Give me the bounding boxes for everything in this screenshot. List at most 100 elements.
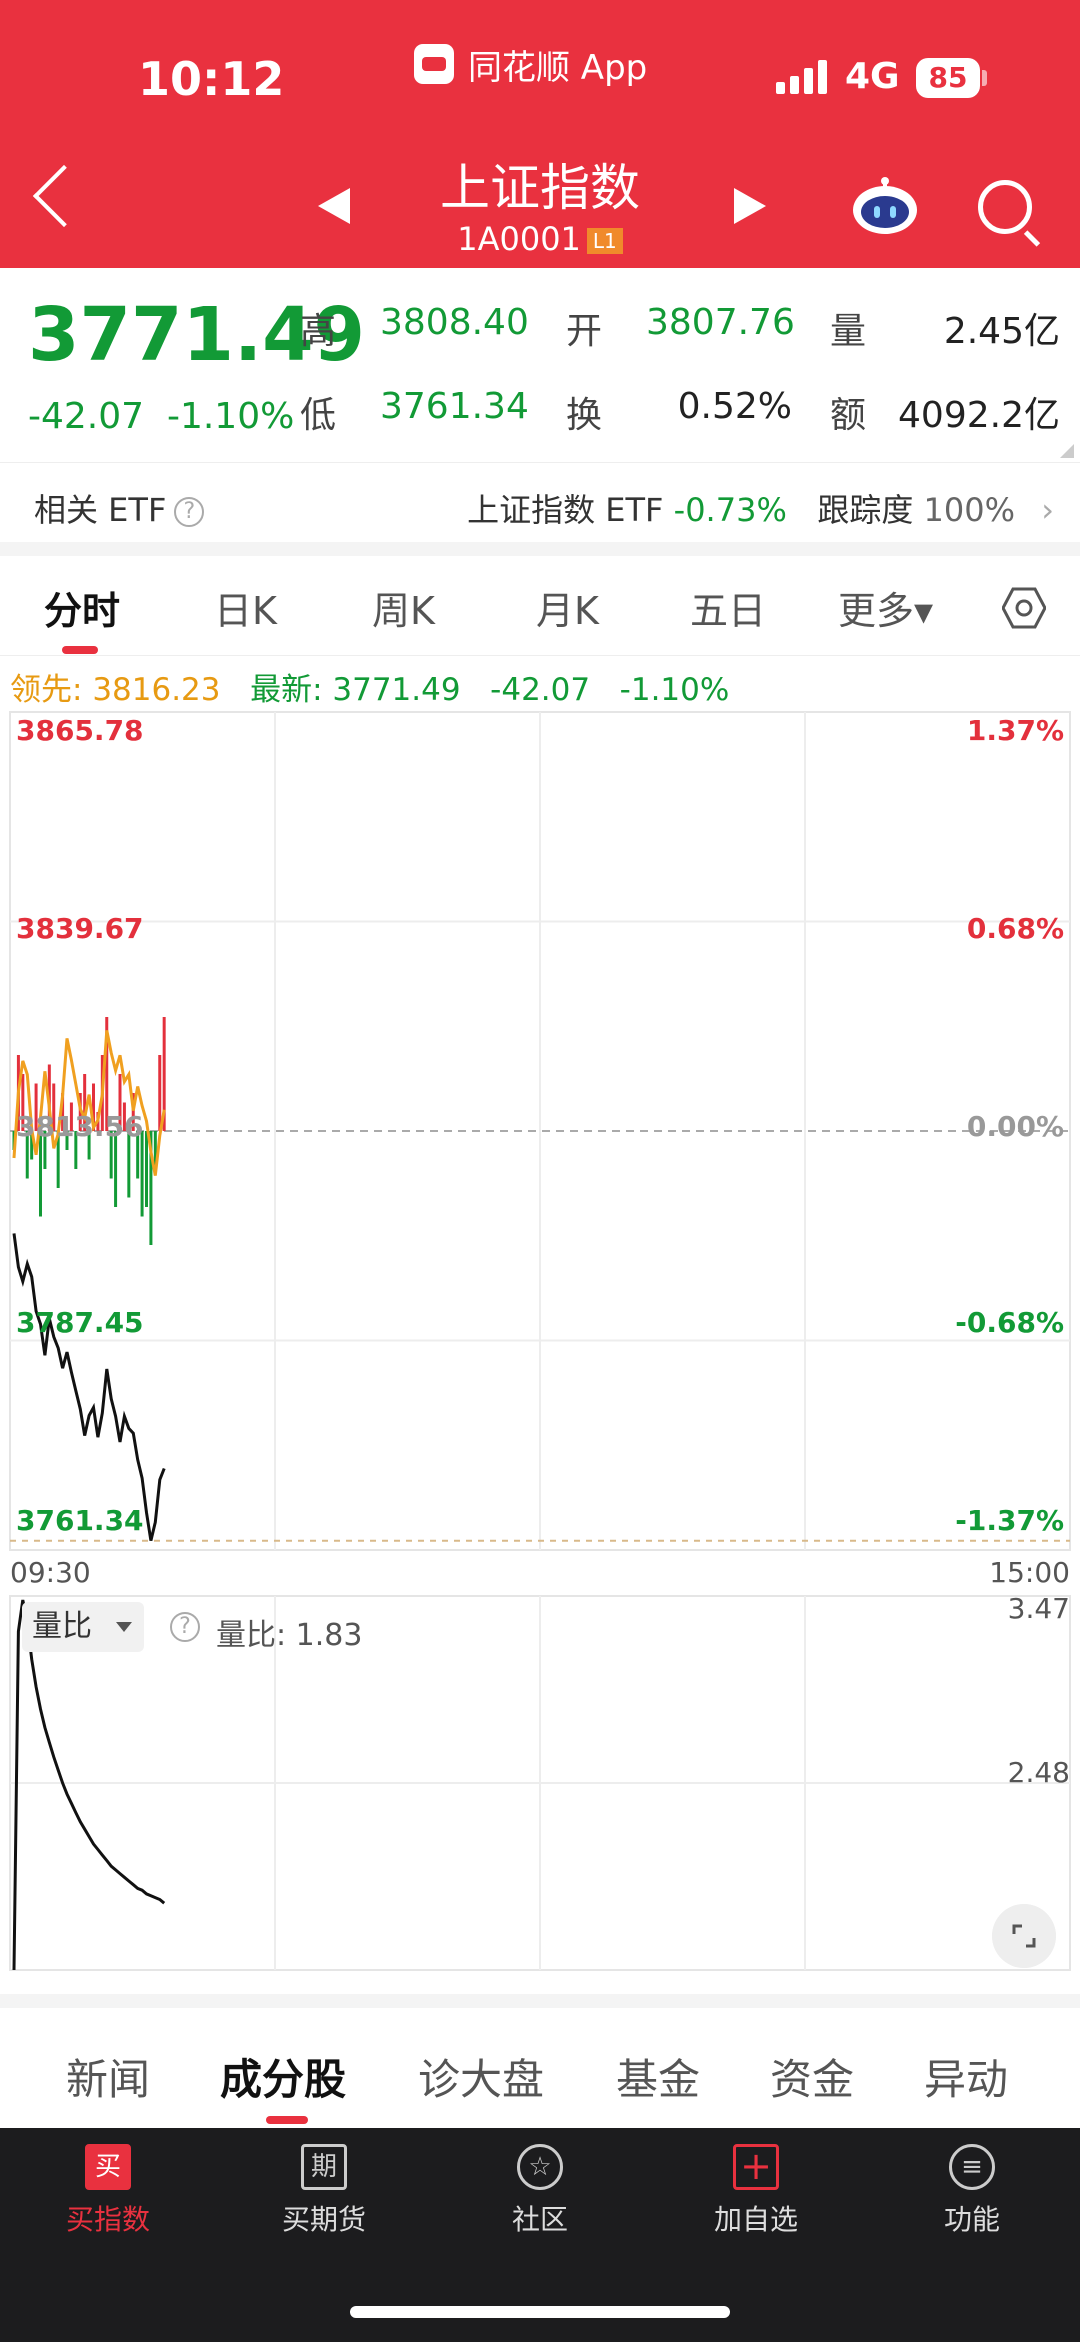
turnover-value: 0.52%	[677, 386, 792, 427]
y-left-tick-1: 3839.67	[16, 912, 144, 945]
community-icon: ☆	[517, 2144, 563, 2190]
next-index-icon[interactable]	[734, 188, 766, 224]
help-icon[interactable]: ?	[174, 497, 205, 527]
etf-label: 相关 ETF	[34, 491, 167, 529]
change-value: -42.07	[28, 396, 145, 437]
etf-name: 上证指数 ETF	[467, 491, 664, 529]
etf-label-wrap: 相关 ETF?	[34, 485, 205, 531]
divider	[0, 1994, 1080, 2008]
x-tick-start: 09:30	[10, 1556, 91, 1589]
tab-monthly-k[interactable]: 月K	[536, 580, 599, 635]
volume-ratio-value: 量比: 1.83	[216, 1618, 363, 1653]
expand-corner-icon[interactable]	[1060, 444, 1074, 458]
open-value: 3807.76	[646, 302, 795, 343]
y-left-tick-4: 3761.34	[16, 1504, 144, 1537]
search-icon[interactable]	[978, 180, 1032, 234]
low-label: 低	[300, 395, 337, 436]
volume-ratio-line	[12, 1599, 166, 1971]
buy-icon: 买	[85, 2144, 131, 2190]
x-tick-end: 15:00	[989, 1556, 1070, 1589]
tab-more[interactable]: 更多▾	[838, 580, 933, 635]
volume-label: 量	[830, 311, 867, 352]
volume-ratio-help-icon[interactable]: ?	[170, 1612, 200, 1642]
chevron-right-icon: ›	[1041, 491, 1054, 529]
plus-icon: +	[733, 2144, 779, 2190]
divider	[0, 542, 1080, 556]
open-label: 开	[566, 311, 603, 352]
high-value: 3808.40	[380, 302, 529, 343]
tab-constituents[interactable]: 成分股	[220, 2046, 346, 2107]
tab-anomaly[interactable]: 异动	[924, 2046, 1008, 2107]
robot-assistant-icon[interactable]	[850, 176, 920, 236]
y-left-tick-3: 3787.45	[16, 1306, 144, 1339]
tab-news[interactable]: 新闻	[66, 2046, 150, 2107]
functions-button[interactable]: ≡ 功能	[892, 2144, 1052, 2238]
active-news-tab-indicator	[266, 2116, 308, 2124]
index-code-line: 1A0001 L1	[340, 220, 740, 258]
y-right-tick-2: 0.00%	[966, 1110, 1064, 1143]
app-logo-icon	[414, 44, 454, 84]
y-left-tick-0: 3865.78	[16, 714, 144, 747]
change-percent: -1.10%	[166, 396, 295, 437]
header: 10:12 同花顺 App 4G 85 上证指数 1A0001 L1	[0, 0, 1080, 268]
turnover-label: 换	[566, 395, 603, 436]
low-value: 3761.34	[380, 386, 529, 427]
community-button[interactable]: ☆ 社区	[460, 2144, 620, 2238]
tab-daily-k[interactable]: 日K	[214, 580, 277, 635]
signal-icon	[776, 58, 827, 94]
network-type: 4G	[845, 56, 900, 97]
etf-summary: 上证指数 ETF -0.73% 跟踪度 100% ›	[467, 485, 1054, 531]
status-app-indicator[interactable]: 同花顺 App	[414, 42, 648, 88]
battery-icon: 85	[916, 58, 980, 98]
functions-label: 功能	[943, 2203, 1000, 2236]
tab-funds[interactable]: 基金	[616, 2046, 700, 2107]
related-etf-row[interactable]: 相关 ETF? 上证指数 ETF -0.73% 跟踪度 100% ›	[0, 462, 1080, 542]
price-line	[12, 1233, 166, 1542]
vr-tick-mid: 2.48	[1007, 1756, 1070, 1789]
back-icon[interactable]	[32, 164, 96, 228]
buy-index-label: 买指数	[65, 2203, 150, 2236]
intraday-chart[interactable]	[0, 700, 1080, 1990]
index-code: 1A0001	[457, 220, 581, 258]
chart-tabs: 分时 日K 周K 月K 五日 更多▾	[0, 556, 1080, 656]
add-watchlist-label: 加自选	[713, 2203, 798, 2236]
quote-panel: 3771.49 -42.07 -1.10% 高 3808.40 低 3761.3…	[0, 268, 1080, 462]
y-right-tick-4: -1.37%	[955, 1504, 1064, 1537]
menu-icon: ≡	[949, 2144, 995, 2190]
track-label: 跟踪度	[817, 491, 914, 529]
etf-change: -0.73%	[673, 491, 787, 529]
home-indicator[interactable]	[350, 2306, 730, 2318]
community-label: 社区	[511, 2203, 568, 2236]
tab-capital[interactable]: 资金	[770, 2046, 854, 2107]
add-watchlist-button[interactable]: + 加自选	[676, 2144, 836, 2238]
y-right-tick-3: -0.68%	[955, 1306, 1064, 1339]
tab-weekly-k[interactable]: 周K	[372, 580, 435, 635]
tab-five-day[interactable]: 五日	[690, 580, 766, 635]
amount-label: 额	[830, 395, 867, 436]
y-right-tick-0: 1.37%	[966, 714, 1064, 747]
y-right-tick-1: 0.68%	[966, 912, 1064, 945]
volume-ratio-select[interactable]: 量比	[22, 1602, 144, 1652]
price-change: -42.07 -1.10%	[28, 396, 294, 437]
chart-settings-icon[interactable]	[1002, 586, 1046, 630]
battery-tip	[982, 70, 987, 86]
vr-tick-max: 3.47	[1007, 1592, 1070, 1625]
tab-diagnosis[interactable]: 诊大盘	[418, 2046, 544, 2107]
buy-futures-button[interactable]: 期 买期货	[244, 2144, 404, 2238]
fullscreen-icon[interactable]	[992, 1904, 1056, 1968]
buy-futures-label: 买期货	[281, 2203, 366, 2236]
volume-value: 2.45亿	[943, 311, 1060, 352]
news-tabs: 新闻 成分股 诊大盘 基金 资金 异动	[0, 2008, 1080, 2128]
status-app-name: 同花顺 App	[468, 47, 648, 88]
active-tab-indicator	[62, 646, 98, 654]
amount-value: 4092.2亿	[898, 395, 1060, 436]
level-badge: L1	[586, 228, 623, 254]
buy-index-button[interactable]: 买 买指数	[28, 2144, 188, 2238]
page-title: 上证指数	[440, 159, 640, 217]
futures-icon: 期	[301, 2144, 347, 2190]
tab-intraday[interactable]: 分时	[44, 580, 120, 635]
y-left-tick-2: 3813.56	[16, 1110, 144, 1143]
status-time: 10:12	[138, 52, 285, 106]
track-value: 100%	[923, 491, 1016, 529]
high-label: 高	[300, 311, 337, 352]
